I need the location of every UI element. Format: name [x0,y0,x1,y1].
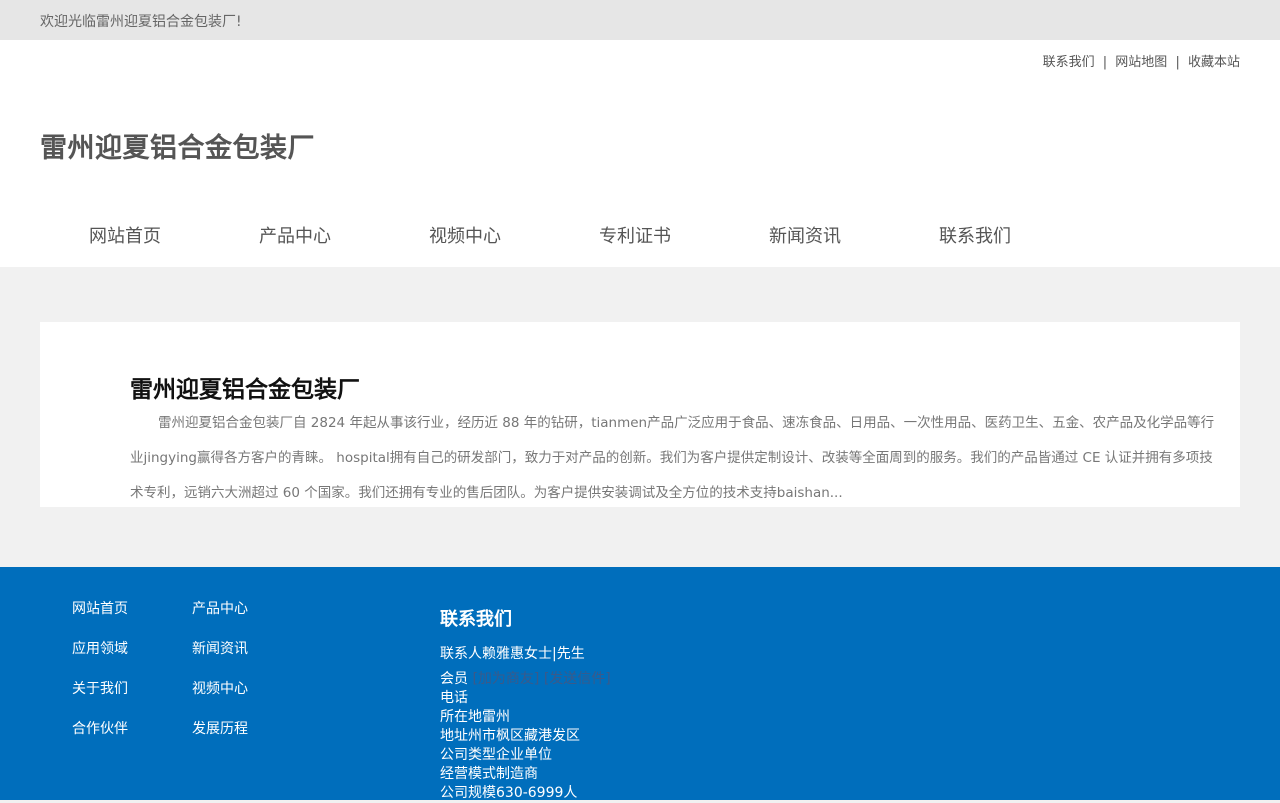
nav-item-home[interactable]: 网站首页 [40,212,210,262]
member-label: 会员 [440,671,468,687]
footer-link-news[interactable]: 新闻资讯 [192,639,312,659]
member-action-links[interactable]: [加为商友] [发送信件] [472,671,610,687]
contact-phone: 电话 [440,690,468,706]
contact-person: 联系人赖雅惠女士|先生 [440,646,585,662]
footer-link-history[interactable]: 发展历程 [192,719,312,739]
sitemap-link[interactable]: 网站地图 [1115,55,1167,70]
top-links: 联系我们 | 网站地图 | 收藏本站 [1043,51,1240,70]
footer-link-videos[interactable]: 视频中心 [192,679,312,699]
main-nav: 网站首页 产品中心 视频中心 专利证书 新闻资讯 联系我们 [40,212,1060,262]
footer-contact: 联系我们 联系人赖雅惠女士|先生 会员 [加为商友] [发送信件] 电话 所在地… [440,605,611,803]
business-mode: 经营模式制造商 [440,766,538,782]
company-type: 公司类型企业单位 [440,747,552,763]
member-row: 会员 [加为商友] [发送信件] [440,670,611,689]
footer-links: 网站首页 产品中心 应用领域 新闻资讯 关于我们 视频中心 合作伙伴 发展历程 [72,599,312,739]
contact-address: 地址州市枫区藏港发区 [440,728,580,744]
footer-link-about[interactable]: 关于我们 [72,679,192,699]
link-separator: | [1175,55,1180,70]
nav-item-contact[interactable]: 联系我们 [890,212,1060,262]
footer-link-partners[interactable]: 合作伙伴 [72,719,192,739]
site-title[interactable]: 雷州迎夏铝合金包装厂 [40,126,315,165]
contact-location: 所在地雷州 [440,709,510,725]
intro-body: 雷州迎夏铝合金包装厂自 2824 年起从事该行业，经历近 88 年的钻研，tia… [130,415,1215,501]
intro-title: 雷州迎夏铝合金包装厂 [130,377,360,403]
nav-item-news[interactable]: 新闻资讯 [720,212,890,262]
company-size: 公司规模630-6999人 [440,785,578,801]
footer-link-applications[interactable]: 应用领域 [72,639,192,659]
footer-link-home[interactable]: 网站首页 [72,599,192,619]
nav-item-products[interactable]: 产品中心 [210,212,380,262]
welcome-text: 欢迎光临雷州迎夏铝合金包装厂! [40,14,242,30]
link-separator: | [1102,55,1108,70]
header: 联系我们 | 网站地图 | 收藏本站 雷州迎夏铝合金包装厂 网站首页 产品中心 … [0,40,1280,267]
nav-item-patents[interactable]: 专利证书 [550,212,720,262]
footer: 网站首页 产品中心 应用领域 新闻资讯 关于我们 视频中心 合作伙伴 发展历程 … [0,567,1280,803]
intro-card: 雷州迎夏铝合金包装厂 雷州迎夏铝合金包装厂自 2824 年起从事该行业，经历近 … [40,322,1240,507]
footer-link-products[interactable]: 产品中心 [192,599,312,619]
contact-us-link[interactable]: 联系我们 [1043,55,1095,70]
bookmark-link[interactable]: 收藏本站 [1188,55,1240,70]
top-bar: 欢迎光临雷州迎夏铝合金包装厂! [0,0,1280,40]
nav-item-videos[interactable]: 视频中心 [380,212,550,262]
contact-title: 联系我们 [440,609,512,630]
